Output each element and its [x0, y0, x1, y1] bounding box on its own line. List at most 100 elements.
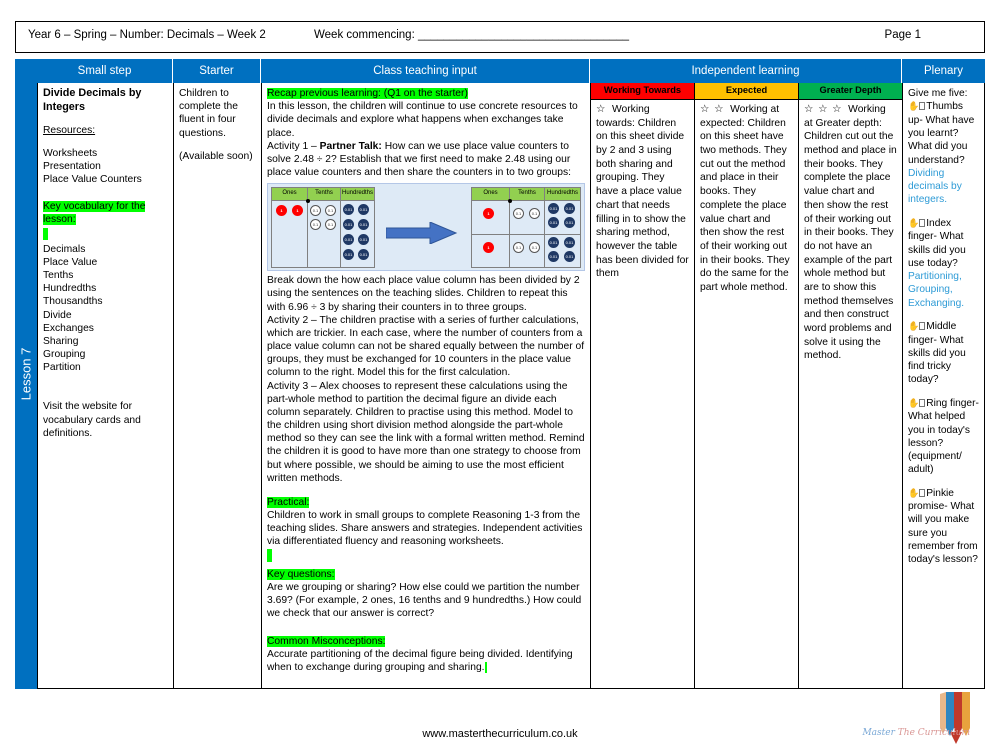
practical-heading: Practical: [267, 496, 310, 508]
plenary-cell: Give me five: ✋ Thumbs up- What have you … [902, 83, 985, 689]
missing-glyph-icon [919, 398, 926, 407]
vocab-item: Exchanges [43, 322, 94, 334]
highlight-bar [43, 227, 48, 240]
class-teaching-input-cell: Recap previous learning: (Q1 on the star… [261, 83, 590, 689]
star-rating: ☆ [596, 104, 607, 115]
partner-talk-label: Partner Talk: [319, 140, 382, 152]
footer-website-url[interactable]: www.masterthecurriculum.co.uk [0, 728, 1000, 740]
resource-item: Worksheets [43, 147, 98, 159]
misconceptions-body: Accurate partitioning of the decimal fig… [267, 648, 573, 673]
chart-header-tenths: Tenths [308, 188, 341, 201]
website-note: Visit the website for vocabulary cards a… [43, 401, 141, 439]
counter-one: 1 [483, 242, 494, 254]
key-vocabulary-heading: Key vocabulary for the lesson: [43, 201, 146, 226]
vocab-item: Partition [43, 362, 81, 374]
chart-header-ones: Ones [272, 188, 308, 201]
counter-hundredth: 0.01 [548, 237, 559, 249]
counter-tenth: 0.1 [529, 208, 540, 220]
plenary-answer: Partitioning, Grouping, Exchanging. [908, 271, 965, 309]
activity-1-text: Activity 1 – Partner Talk: How can we us… [267, 140, 585, 180]
counter-tenth: 0.1 [513, 242, 524, 254]
star-rating: ☆ ☆ ☆ [804, 104, 843, 115]
resources-list: Worksheets Presentation Place Value Coun… [43, 147, 168, 187]
counter-tenth: 0.1 [310, 219, 321, 231]
expected-text: Children on this sheet have two methods.… [700, 117, 790, 293]
counter-hundredth: 0.01 [564, 217, 575, 229]
missing-glyph-icon [919, 488, 926, 497]
working-towards-cell: Working Towards ☆ Working towards: Child… [590, 83, 694, 689]
lesson-intro-text: In this lesson, the children will contin… [267, 101, 578, 139]
logo-word-curriculum: Curriculum [917, 728, 970, 738]
plenary-item: ✋ Ring finger- What helped you in today's… [908, 397, 979, 477]
missing-glyph-icon [919, 218, 926, 227]
hand-icon: ✋ [908, 102, 920, 113]
expected-body: ☆ ☆ Working at expected: Children on thi… [700, 103, 793, 295]
hand-icon: ✋ [908, 398, 920, 409]
counter-hundredth: 0.01 [358, 249, 369, 261]
practical-text: Children to work in small groups to comp… [267, 510, 583, 548]
column-header-plenary: Plenary [902, 59, 985, 83]
vocab-item: Place Value [43, 256, 98, 268]
key-vocabulary-heading-block: Key vocabulary for the lesson: [43, 200, 168, 240]
logo-wordmark: Master The Curriculum [862, 728, 970, 738]
expected-cell: Expected ☆ ☆ Working at expected: Childr… [694, 83, 798, 689]
chart-header-row: Ones Tenths Hundredths [472, 188, 580, 202]
chart-header-ones: Ones [472, 188, 510, 201]
counter-tenth: 0.1 [325, 219, 336, 231]
counter-hundredth: 0.01 [358, 204, 369, 216]
place-value-chart-after: Ones Tenths Hundredths 1 1 0.1 0.1 0.1 0… [471, 187, 581, 269]
missing-glyph-icon [919, 321, 926, 330]
column-header-class-teaching-input: Class teaching input [261, 59, 590, 83]
vocabulary-list: Decimals Place Value Tenths Hundredths T… [43, 243, 168, 375]
column-header-starter: Starter [173, 59, 261, 83]
page-header: Year 6 – Spring – Number: Decimals – Wee… [15, 21, 985, 53]
hand-icon: ✋ [908, 218, 920, 229]
vocab-item: Grouping [43, 349, 86, 361]
vocab-item: Decimals [43, 243, 86, 255]
plenary-item: ✋ Thumbs up- What have you learnt? What d… [908, 100, 979, 206]
hand-icon: ✋ [908, 321, 920, 332]
plenary-body: Give me five: ✋ Thumbs up- What have you … [908, 87, 979, 566]
expected-header: Expected [695, 83, 798, 100]
plenary-intro: Give me five: [908, 88, 968, 99]
column-header-independent-learning: Independent learning [590, 59, 902, 83]
vocab-item: Sharing [43, 335, 79, 347]
working-towards-text: Children on this sheet divide by 2 and 3… [596, 117, 689, 280]
counter-hundredth: 0.01 [358, 219, 369, 231]
counter-hundredth: 0.01 [343, 219, 354, 231]
counter-tenth: 0.1 [310, 205, 321, 217]
group-divider [472, 234, 580, 236]
missing-glyph-icon [919, 102, 926, 111]
greater-depth-cell: Greater Depth ☆ ☆ ☆ Working at Greater d… [798, 83, 902, 689]
counter-tenth: 0.1 [529, 242, 540, 254]
hand-icon: ✋ [908, 488, 920, 499]
working-towards-header: Working Towards [591, 83, 694, 100]
week-commencing-field[interactable]: Week commencing: _______________________… [314, 29, 629, 41]
logo-word-the: The [897, 728, 915, 738]
counter-hundredth: 0.01 [564, 237, 575, 249]
place-value-chart-figure: Ones Tenths Hundredths 1 1 0.1 0.1 0.1 0… [267, 183, 585, 272]
chart-header-hundredths: Hundredths [546, 190, 579, 197]
counter-hundredth: 0.01 [548, 251, 559, 263]
star-rating: ☆ ☆ [700, 104, 725, 115]
plenary-answer: Dividing decimals by integers. [908, 167, 962, 206]
resources-label: Resources: [43, 124, 96, 136]
counter-hundredth: 0.01 [343, 234, 354, 246]
greater-depth-header: Greater Depth [799, 83, 902, 100]
resource-item: Presentation [43, 160, 101, 172]
counter-hundredth: 0.01 [548, 203, 559, 215]
counter-hundredth: 0.01 [548, 217, 559, 229]
counter-hundredth: 0.01 [564, 251, 575, 263]
chart-column-ones: 1 1 [272, 201, 308, 269]
plenary-prompt: Ring finger- What helped you in today's … [908, 397, 979, 476]
chart-column-hundredths: 0.01 0.01 0.01 0.01 0.01 0.01 0.01 0.01 [341, 201, 374, 268]
vocab-item: Thousandths [43, 296, 103, 308]
lesson-number-label: Lesson 7 [18, 347, 34, 401]
counter-hundredth: 0.01 [358, 234, 369, 246]
recap-heading: Recap previous learning: (Q1 on the star… [267, 88, 468, 99]
break-down-text: Break down the how each place value colu… [267, 275, 580, 313]
lesson-number-tab: Lesson 7 [15, 59, 37, 689]
greater-depth-body: ☆ ☆ ☆ Working at Greater depth: Children… [804, 103, 897, 363]
lesson-grid: Small step Starter Class teaching input … [15, 59, 985, 689]
column-header-small-step: Small step [37, 59, 173, 83]
